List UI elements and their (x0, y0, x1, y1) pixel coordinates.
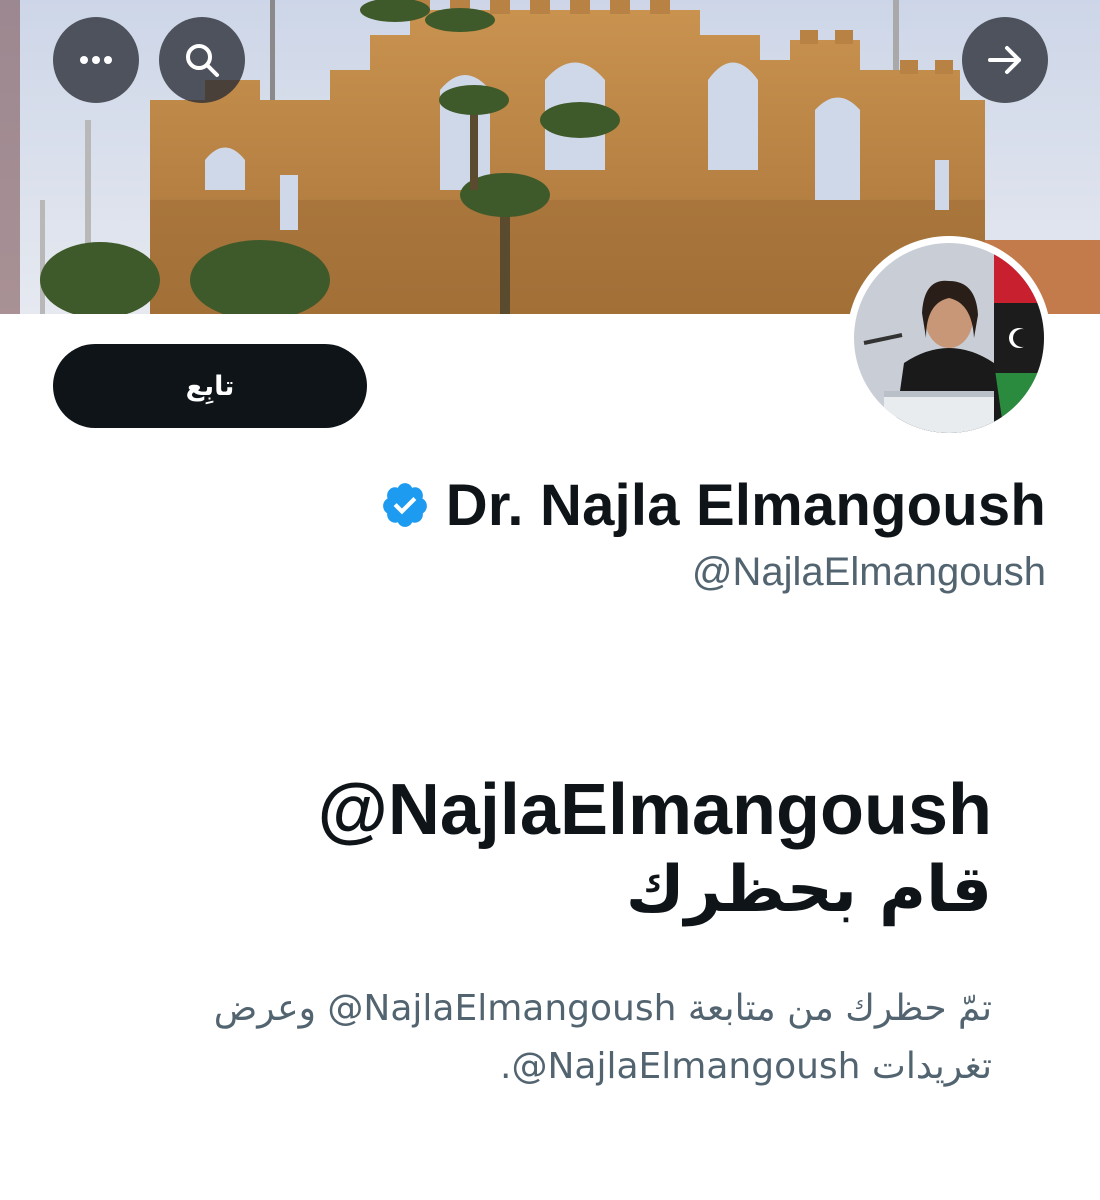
profile-avatar[interactable] (847, 236, 1051, 440)
blocked-description: تمّ حظرك من متابعة NajlaElmangoush@ وعرض… (213, 988, 992, 1087)
profile-handle: @NajlaElmangoush (691, 550, 1046, 594)
search-button[interactable] (159, 17, 245, 103)
back-button[interactable] (962, 17, 1048, 103)
blocked-title-text: قام بحظرك (625, 853, 992, 927)
arrow-right-icon (988, 46, 1021, 74)
avatar-photo (854, 243, 1044, 433)
profile-name-row: Dr. Najla Elmangoush (380, 470, 1046, 540)
blocked-title: @NajlaElmangoush قام بحظرك (92, 770, 992, 930)
search-icon (186, 44, 219, 77)
display-name: Dr. Najla Elmangoush (445, 472, 1046, 538)
more-options-button[interactable] (53, 17, 139, 103)
follow-button[interactable]: تابِع (53, 344, 367, 428)
more-horizontal-icon (80, 56, 112, 64)
follow-button-label: تابِع (185, 370, 235, 402)
verified-badge-icon (382, 483, 427, 527)
blocked-title-handle: @NajlaElmangoush (317, 770, 992, 850)
